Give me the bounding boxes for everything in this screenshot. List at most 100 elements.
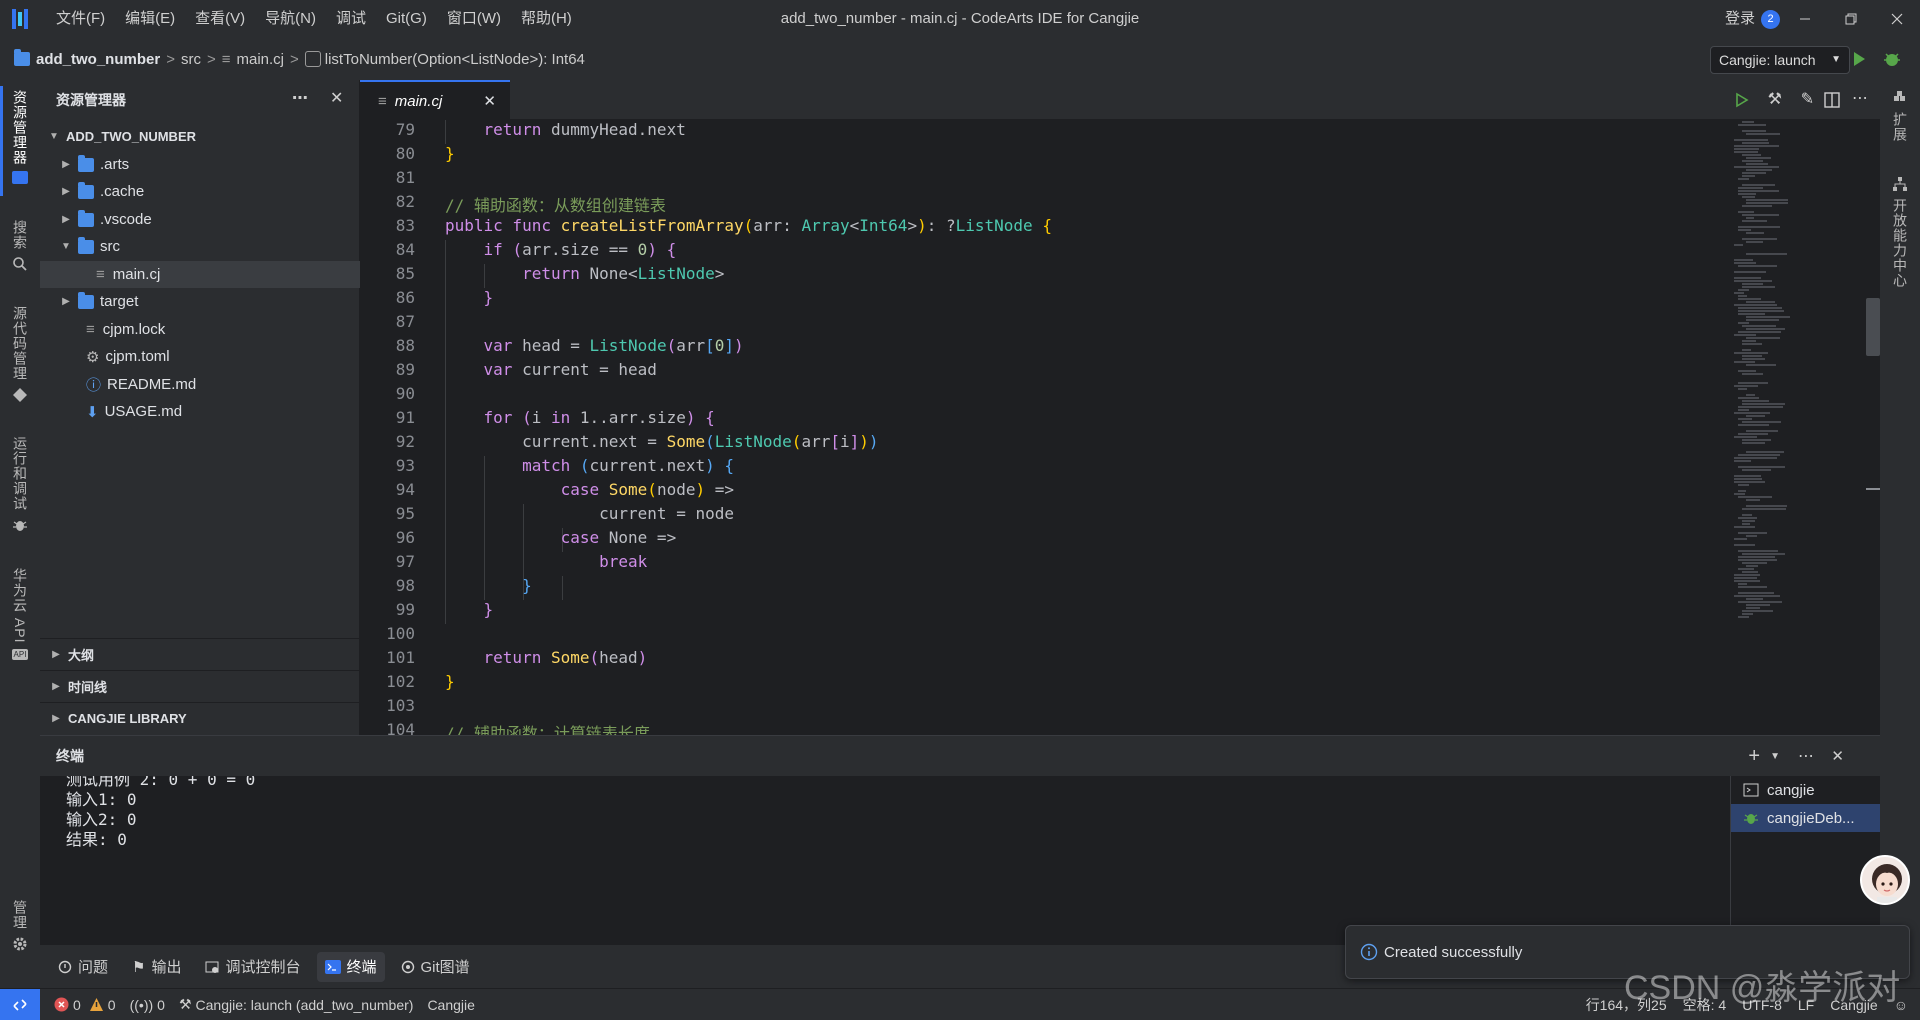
more-actions-icon[interactable]: ⋯ xyxy=(292,88,308,108)
activity-huawei-api[interactable]: 华为云 API API xyxy=(4,568,36,661)
code-line-93: match (current.next) { xyxy=(522,456,735,475)
status-lang-mode[interactable]: Cangjie xyxy=(427,997,474,1013)
close-tab-icon[interactable]: ✕ xyxy=(483,92,496,110)
session-label: cangjieDeb... xyxy=(1767,809,1855,827)
tree-item-readme[interactable]: ⓘ README.md xyxy=(40,371,360,398)
activity-search[interactable]: 搜索 xyxy=(4,220,36,272)
tree-item-usage[interactable]: ⬇ USAGE.md xyxy=(40,398,360,425)
terminal-session-cangjie[interactable]: cangjie xyxy=(1731,776,1880,804)
activity-explorer[interactable]: 资源管理器 xyxy=(4,90,36,184)
chevron-right-icon: ▶ xyxy=(62,159,70,170)
tree-item-src[interactable]: ▼ src xyxy=(40,233,360,260)
breadcrumb-symbol[interactable]: listToNumber(Option<ListNode>): Int64 xyxy=(325,51,585,68)
build-icon[interactable]: ⚒ xyxy=(1768,89,1782,109)
menu-debug[interactable]: 调试 xyxy=(326,0,376,38)
tree-item-main-cj[interactable]: ≡ main.cj xyxy=(40,261,360,288)
close-panel-icon[interactable]: ✕ xyxy=(1831,747,1844,765)
debug-icon[interactable] xyxy=(1882,49,1902,69)
menu-git[interactable]: Git(G) xyxy=(376,0,437,38)
gear-icon: ⚙ xyxy=(86,348,100,366)
expression: current.next xyxy=(589,456,706,475)
tree-item-cjpm-toml[interactable]: ⚙ cjpm.toml xyxy=(40,343,360,370)
activity-extensions[interactable]: 扩展 xyxy=(1884,90,1916,142)
run-file-icon[interactable] xyxy=(1734,92,1750,108)
activity-open-center[interactable]: 开放能力中心 xyxy=(1884,176,1916,288)
status-launch[interactable]: ⚒ Cangjie: launch (add_two_number) xyxy=(179,996,413,1013)
code-editor[interactable]: 79 80 81 82 83 84 85 86 87 88 89 90 91 9… xyxy=(360,120,1880,735)
activity-search-label: 搜索 xyxy=(12,220,28,250)
editor-tab-bar: ≡ main.cj ✕ ⚒ ✎ ⋯ xyxy=(360,80,1880,120)
tool-terminal[interactable]: 终端 xyxy=(316,951,385,982)
vertical-scrollbar-thumb[interactable] xyxy=(1866,298,1880,356)
keyword: var xyxy=(483,360,513,379)
keyword: return xyxy=(522,264,580,283)
section-outline[interactable]: ▶ 大纲 xyxy=(40,638,360,670)
arts-folder-icon xyxy=(78,154,94,172)
menu-navigate[interactable]: 导航(N) xyxy=(255,0,326,38)
menu-help[interactable]: 帮助(H) xyxy=(511,0,582,38)
tab-label: main.cj xyxy=(394,92,443,110)
tree-item-cjpm-lock[interactable]: ≡ cjpm.lock xyxy=(40,316,360,343)
close-icon[interactable]: ✕ xyxy=(330,88,343,108)
terminal-session-cangjie-debug[interactable]: cangjieDeb... xyxy=(1731,804,1880,832)
code-line-92: current.next = Some(ListNode(arr[i])) xyxy=(522,432,879,451)
edit-icon[interactable]: ✎ xyxy=(1801,89,1814,109)
tree-item-arts[interactable]: ▶ .arts xyxy=(40,151,360,178)
close-window-button[interactable] xyxy=(1874,0,1920,38)
login-link[interactable]: 登录 xyxy=(1725,0,1755,38)
warning-icon xyxy=(89,998,103,1011)
identifier: None xyxy=(589,264,629,283)
code-line-95: current = node xyxy=(445,504,734,523)
split-editor-icon[interactable] xyxy=(1824,92,1840,108)
tool-problems[interactable]: 问题 xyxy=(50,952,116,982)
tool-debug-console[interactable]: 调试控制台 xyxy=(197,952,308,982)
watermark: CSDN @淼学派对 xyxy=(1624,969,1901,1007)
terminal-output[interactable]: 测试用例 2: 0 + 0 = 0 输入1: 0 输入2: 0 结果: 0 xyxy=(40,776,1730,946)
flag-icon: ⚑ xyxy=(132,958,146,976)
tree-item-label: README.md xyxy=(107,376,197,393)
explorer-title: 资源管理器 xyxy=(56,92,126,108)
menu-edit[interactable]: 编辑(E) xyxy=(115,0,185,38)
activity-run-debug[interactable]: 运行和调试 xyxy=(4,436,36,533)
tool-label: 问题 xyxy=(78,959,109,976)
breadcrumb-project[interactable]: add_two_number xyxy=(36,51,160,68)
indent-guide xyxy=(562,576,563,600)
activity-manage[interactable]: 管理 xyxy=(4,900,36,952)
section-cangjie-library[interactable]: ▶ CANGJIE LIBRARY xyxy=(40,702,360,734)
menu-window[interactable]: 窗口(W) xyxy=(437,0,511,38)
lang-mode-label: Cangjie xyxy=(427,996,475,1013)
minimap[interactable] xyxy=(1730,120,1850,735)
breadcrumb-folder[interactable]: src xyxy=(181,51,201,68)
code-line-86: } xyxy=(445,288,494,307)
tab-main-cj[interactable]: ≡ main.cj ✕ xyxy=(360,80,510,120)
more-actions-icon[interactable]: ⋯ xyxy=(1798,746,1814,766)
run-icon[interactable] xyxy=(1851,51,1867,67)
chevron-down-icon[interactable]: ▼ xyxy=(1770,751,1780,762)
restore-button[interactable] xyxy=(1828,0,1874,38)
remote-button[interactable] xyxy=(0,988,40,1020)
section-timeline[interactable]: ▶ 时间线 xyxy=(40,670,360,702)
tree-root[interactable]: ▼ ADD_TWO_NUMBER xyxy=(40,123,360,150)
identifier: None xyxy=(608,528,648,547)
menu-view[interactable]: 查看(V) xyxy=(185,0,255,38)
identifier: Some xyxy=(550,648,590,667)
tool-output[interactable]: ⚑ 输出 xyxy=(124,952,189,982)
more-actions-icon[interactable]: ⋯ xyxy=(1852,88,1868,108)
tree-item-vscode[interactable]: ▶ .vscode xyxy=(40,206,360,233)
add-terminal-icon[interactable]: + xyxy=(1748,745,1760,768)
activity-scm[interactable]: 源代码管理 xyxy=(4,306,36,403)
breadcrumb-file[interactable]: main.cj xyxy=(236,51,284,68)
bug-icon xyxy=(1744,814,1758,824)
status-ports[interactable]: ((•)) 0 xyxy=(130,997,165,1013)
tree-item-target[interactable]: ▶ target xyxy=(40,288,360,315)
assistant-avatar[interactable] xyxy=(1860,855,1910,905)
status-problems[interactable]: 0 0 xyxy=(54,997,116,1013)
notification-badge[interactable]: 2 xyxy=(1761,10,1780,29)
run-config-select[interactable]: Cangjie: launch ▼ xyxy=(1710,46,1850,74)
run-config-label: Cangjie: launch xyxy=(1719,52,1816,68)
menu-file[interactable]: 文件(F) xyxy=(46,0,115,38)
tool-git-graph[interactable]: Git图谱 xyxy=(393,952,478,982)
warning-count: 0 xyxy=(107,996,116,1013)
minimize-button[interactable] xyxy=(1782,0,1828,38)
tree-item-cache[interactable]: ▶ .cache xyxy=(40,178,360,205)
